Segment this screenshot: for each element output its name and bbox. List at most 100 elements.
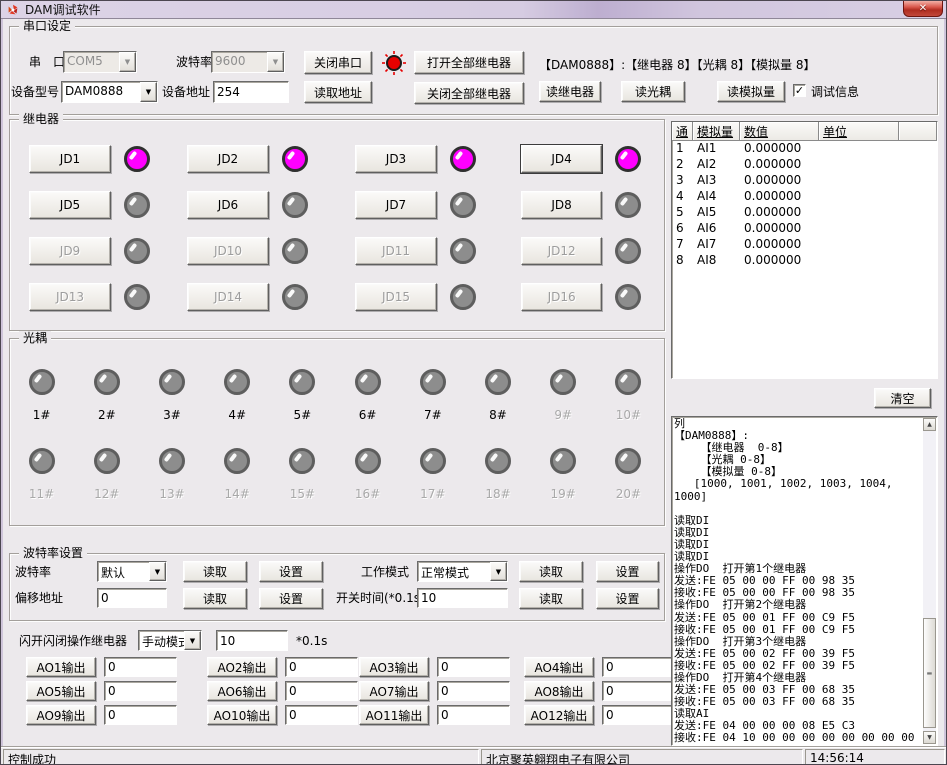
table-row[interactable]: 6 AI6 0.000000 xyxy=(672,221,937,237)
baudrate-select[interactable]: 默认 ▼ xyxy=(97,561,167,582)
read-relay-button[interactable]: 读继电器 xyxy=(539,81,601,102)
col-header-unit[interactable]: 单位 xyxy=(819,122,899,141)
switch-time-set-button[interactable]: 设置 xyxy=(596,588,659,609)
workmode-set-button[interactable]: 设置 xyxy=(596,561,659,582)
output-button[interactable]: AO7输出 xyxy=(359,681,429,701)
output-button[interactable]: AO4输出 xyxy=(524,657,594,677)
relay-button[interactable]: JD7 xyxy=(355,191,437,219)
chevron-down-icon[interactable]: ▼ xyxy=(490,562,507,581)
log-output[interactable]: 列 【DAM0888】: 【继电器 0-8】 【光耦 0-8】 【模拟量 0-8… xyxy=(674,418,922,744)
clear-log-button[interactable]: 清空 xyxy=(874,388,931,408)
read-analog-button[interactable]: 读模拟量 xyxy=(717,81,785,102)
close-all-relays-button[interactable]: 关闭全部继电器 xyxy=(414,82,524,104)
close-port-button[interactable]: 关闭串口 xyxy=(304,51,372,74)
baudrate-set-button[interactable]: 设置 xyxy=(259,561,323,582)
output-value-field[interactable] xyxy=(285,681,358,701)
debug-info-checkbox[interactable]: ✓ xyxy=(793,84,806,97)
title-bar[interactable]: DAM调试软件 ✕ xyxy=(1,1,947,19)
flash-mode-select[interactable]: 手动模式 ▼ xyxy=(138,630,202,651)
log-panel[interactable]: 列 【DAM0888】: 【继电器 0-8】 【光耦 0-8】 【模拟量 0-8… xyxy=(671,416,938,746)
output-button[interactable]: AO3输出 xyxy=(359,657,429,677)
output-value-field[interactable] xyxy=(602,681,675,701)
output-value-field[interactable] xyxy=(104,657,177,677)
relay-button[interactable]: JD5 xyxy=(29,191,111,219)
baudrate-read-button[interactable]: 读取 xyxy=(183,561,247,582)
output-value-field[interactable] xyxy=(437,657,510,677)
table-row[interactable]: 5 AI5 0.000000 xyxy=(672,205,937,221)
output-button[interactable]: AO10输出 xyxy=(207,705,277,725)
switch-time-field[interactable] xyxy=(417,588,508,608)
close-icon[interactable]: ✕ xyxy=(903,1,943,17)
relay-button[interactable]: JD14 xyxy=(187,283,269,311)
log-scrollbar[interactable]: ▲ ▬ ▼ xyxy=(923,418,936,744)
switch-time-read-button[interactable]: 读取 xyxy=(519,588,583,609)
table-row[interactable]: 4 AI4 0.000000 xyxy=(672,189,937,205)
output-button[interactable]: AO2输出 xyxy=(207,657,277,677)
output-button[interactable]: AO1输出 xyxy=(26,657,96,677)
relay-button[interactable]: JD4 xyxy=(521,145,602,173)
relay-button[interactable]: JD9 xyxy=(29,237,111,265)
relay-button[interactable]: JD13 xyxy=(29,283,111,311)
scroll-down-icon[interactable]: ▼ xyxy=(923,731,936,744)
output-button[interactable]: AO11输出 xyxy=(359,705,429,725)
table-row[interactable]: 8 AI8 0.000000 xyxy=(672,253,937,269)
relay-button[interactable]: JD10 xyxy=(187,237,269,265)
relay-button[interactable]: JD3 xyxy=(355,145,437,173)
read-opto-button[interactable]: 读光耦 xyxy=(621,81,685,102)
chevron-down-icon[interactable]: ▼ xyxy=(184,631,201,650)
opto-label: 12# xyxy=(94,487,119,501)
relay-button[interactable]: JD16 xyxy=(521,283,602,311)
output-button[interactable]: AO6输出 xyxy=(207,681,277,701)
chevron-down-icon[interactable]: ▼ xyxy=(140,82,157,102)
relay-button[interactable]: JD11 xyxy=(355,237,437,265)
scroll-up-icon[interactable]: ▲ xyxy=(923,418,936,431)
output-value-field[interactable] xyxy=(602,657,675,677)
relay-button[interactable]: JD8 xyxy=(521,191,602,219)
read-address-button[interactable]: 读取地址 xyxy=(304,81,372,103)
output-value-field[interactable] xyxy=(285,657,358,677)
relay-button[interactable]: JD6 xyxy=(187,191,269,219)
offset-address-field[interactable] xyxy=(97,588,167,608)
col-header-value[interactable]: 数值 xyxy=(740,122,819,141)
output-button[interactable]: AO9输出 xyxy=(26,705,96,725)
col-header-channel[interactable]: 通 xyxy=(672,122,693,141)
scrollbar-thumb[interactable]: ▬ xyxy=(923,618,936,728)
output-value-field[interactable] xyxy=(437,705,510,725)
flash-time-field[interactable] xyxy=(216,630,288,651)
device-address-field[interactable] xyxy=(213,81,289,103)
chevron-down-icon[interactable]: ▼ xyxy=(267,52,284,72)
output-button[interactable]: AO8输出 xyxy=(524,681,594,701)
port-select[interactable]: COM5 ▼ xyxy=(63,51,137,73)
offset-set-button[interactable]: 设置 xyxy=(259,588,323,609)
table-row[interactable]: 3 AI3 0.000000 xyxy=(672,173,937,189)
workmode-read-button[interactable]: 读取 xyxy=(519,561,583,582)
relay-button[interactable]: JD2 xyxy=(187,145,269,173)
col-header-analog[interactable]: 模拟量 xyxy=(693,122,740,141)
opto-cell: 12# xyxy=(74,448,139,503)
output-value-field[interactable] xyxy=(437,681,510,701)
output-button[interactable]: AO5输出 xyxy=(26,681,96,701)
output-value-field[interactable] xyxy=(104,681,177,701)
table-row[interactable]: 1 AI1 0.000000 xyxy=(672,141,937,157)
output-value-field[interactable] xyxy=(285,705,358,725)
opto-led-icon xyxy=(355,448,381,474)
offset-read-button[interactable]: 读取 xyxy=(183,588,247,609)
chevron-down-icon[interactable]: ▼ xyxy=(149,562,166,581)
opto-label: 13# xyxy=(159,487,184,501)
analog-table[interactable]: 通 模拟量 数值 单位 1 AI1 0.000000 2 AI2 0.00000… xyxy=(671,121,938,379)
flash-mode-value: 手动模式 xyxy=(139,631,184,650)
relay-button[interactable]: JD12 xyxy=(521,237,602,265)
baud-select[interactable]: 9600 ▼ xyxy=(211,51,285,73)
table-row[interactable]: 2 AI2 0.000000 xyxy=(672,157,937,173)
output-value-field[interactable] xyxy=(104,705,177,725)
open-all-relays-button[interactable]: 打开全部继电器 xyxy=(414,51,524,74)
output-button[interactable]: AO12输出 xyxy=(524,705,594,725)
chevron-down-icon[interactable]: ▼ xyxy=(119,52,136,72)
device-address-label: 设备地址 xyxy=(162,85,210,100)
output-value-field[interactable] xyxy=(602,705,675,725)
relay-button[interactable]: JD1 xyxy=(29,145,111,173)
workmode-select[interactable]: 正常模式 ▼ xyxy=(417,561,508,582)
table-row[interactable]: 7 AI7 0.000000 xyxy=(672,237,937,253)
relay-button[interactable]: JD15 xyxy=(355,283,437,311)
model-select[interactable]: DAM0888 ▼ xyxy=(61,81,158,103)
